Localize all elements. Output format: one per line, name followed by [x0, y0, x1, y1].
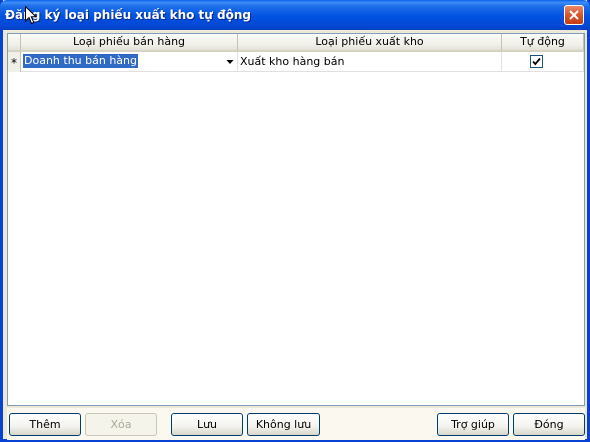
export-type-cell[interactable]: Xuất kho hàng bán	[238, 52, 502, 72]
dialog-window: Đăng ký loại phiếu xuất kho tự động Loại…	[0, 0, 590, 442]
auto-cell[interactable]	[502, 52, 584, 72]
data-grid[interactable]: Loại phiếu bán hàng Loại phiếu xuất kho …	[7, 33, 585, 406]
new-row-marker: *	[8, 52, 21, 72]
row-header-corner	[8, 34, 21, 52]
mouse-pointer-icon	[25, 6, 37, 25]
checkmark-icon	[532, 57, 541, 66]
dropdown-arrow-icon[interactable]	[223, 53, 237, 70]
column-header-sales-type[interactable]: Loại phiếu bán hàng	[21, 34, 238, 52]
title-bar[interactable]: Đăng ký loại phiếu xuất kho tự động	[0, 0, 590, 30]
window-title: Đăng ký loại phiếu xuất kho tự động	[5, 8, 251, 22]
help-button[interactable]: Trợ giúp	[437, 413, 509, 436]
export-type-value: Xuất kho hàng bán	[240, 55, 345, 68]
close-button[interactable]: Đóng	[513, 413, 585, 436]
close-icon	[569, 10, 579, 20]
sales-type-combobox[interactable]: Doanh thu bán hàng	[21, 52, 238, 72]
button-bar: Thêm Xóa Lưu Không lưu Trợ giúp Đóng	[7, 408, 585, 440]
column-header-auto[interactable]: Tự động	[502, 34, 584, 52]
dont-save-button[interactable]: Không lưu	[247, 413, 320, 436]
auto-checkbox[interactable]	[530, 55, 543, 68]
sales-type-value: Doanh thu bán hàng	[23, 54, 138, 68]
delete-button[interactable]: Xóa	[85, 413, 157, 436]
save-button[interactable]: Lưu	[171, 413, 243, 436]
add-button[interactable]: Thêm	[9, 413, 81, 436]
close-window-button[interactable]	[564, 5, 584, 25]
column-header-export-type[interactable]: Loại phiếu xuất kho	[238, 34, 502, 52]
